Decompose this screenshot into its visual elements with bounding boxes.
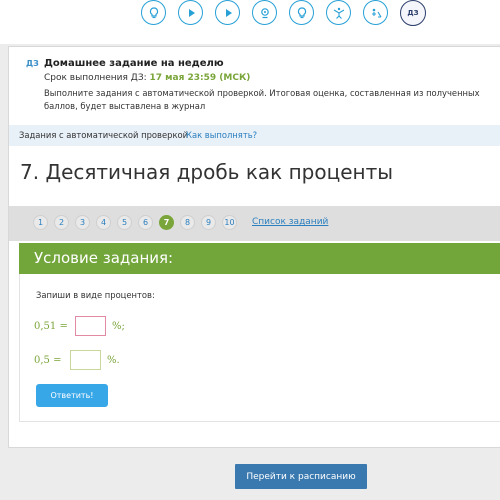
page-number-8[interactable]: 8 (180, 215, 195, 230)
homework-panel: ДЗ Домашнее задание на неделю Срок выпол… (9, 47, 500, 125)
deadline-label: Срок выполнения ДЗ: (44, 73, 150, 83)
page-number-7[interactable]: 7 (159, 215, 174, 230)
condition-header: Условие задания: (19, 243, 500, 274)
homework-description: Выполните задания с автоматической прове… (44, 88, 480, 111)
lesson-step-icons: ДЗ (141, 0, 426, 26)
auto-check-label: Задания с автоматической проверкой (19, 130, 189, 140)
instruction-text: Запиши в виде процентов: (36, 290, 155, 300)
lightbulb-icon[interactable] (289, 0, 314, 25)
gymnast-icon[interactable] (326, 0, 351, 25)
page-number-4[interactable]: 4 (96, 215, 111, 230)
page-number-9[interactable]: 9 (201, 215, 216, 230)
task-pagination: 1 2 3 4 5 6 7 8 9 10 Список заданий (9, 206, 500, 241)
page-title: 7. Десятичная дробь как проценты (20, 160, 394, 184)
homework-label: ДЗ (407, 9, 419, 17)
homework-tag: ДЗ (26, 59, 39, 68)
page-number-5[interactable]: 5 (117, 215, 132, 230)
equation-2-unit: %. (107, 355, 120, 366)
answer-input-2[interactable] (70, 350, 101, 370)
equation-1-label: 0,51 = (34, 321, 68, 332)
task-card: ДЗ Домашнее задание на неделю Срок выпол… (8, 46, 500, 448)
homework-deadline: Срок выполнения ДЗ: 17 мая 23:59 (МСК) (44, 73, 250, 83)
how-to-link[interactable]: Как выполнять? (186, 130, 257, 140)
page-number-6[interactable]: 6 (138, 215, 153, 230)
homework-icon[interactable]: ДЗ (400, 0, 426, 26)
page-number-2[interactable]: 2 (54, 215, 69, 230)
lightbulb-icon[interactable] (141, 0, 166, 25)
task-list-link[interactable]: Список заданий (252, 217, 328, 227)
deadline-date: 17 мая 23:59 (МСК) (149, 73, 251, 83)
page-list: 1 2 3 4 5 6 7 8 9 10 (33, 215, 237, 230)
page-number-1[interactable]: 1 (33, 215, 48, 230)
go-to-schedule-button[interactable]: Перейти к расписанию (235, 464, 367, 489)
condition-body: Запиши в виде процентов: 0,51 = %; 0,5 =… (19, 274, 500, 422)
answer-input-1[interactable] (75, 316, 106, 336)
page-number-3[interactable]: 3 (75, 215, 90, 230)
top-nav-bar: ДЗ (0, 0, 500, 44)
homework-title: Домашнее задание на неделю (44, 58, 224, 69)
auto-check-bar: Задания с автоматической проверкой Как в… (9, 125, 500, 146)
answer-button[interactable]: Ответить! (36, 384, 108, 407)
play-icon[interactable] (215, 0, 240, 25)
worker-icon[interactable] (363, 0, 388, 25)
play-icon[interactable] (178, 0, 203, 25)
condition-title: Условие задания: (34, 249, 174, 267)
page-number-10[interactable]: 10 (222, 215, 237, 230)
webcam-icon[interactable] (252, 0, 277, 25)
equation-2-label: 0,5 = (34, 355, 62, 366)
equation-1-unit: %; (112, 321, 125, 332)
